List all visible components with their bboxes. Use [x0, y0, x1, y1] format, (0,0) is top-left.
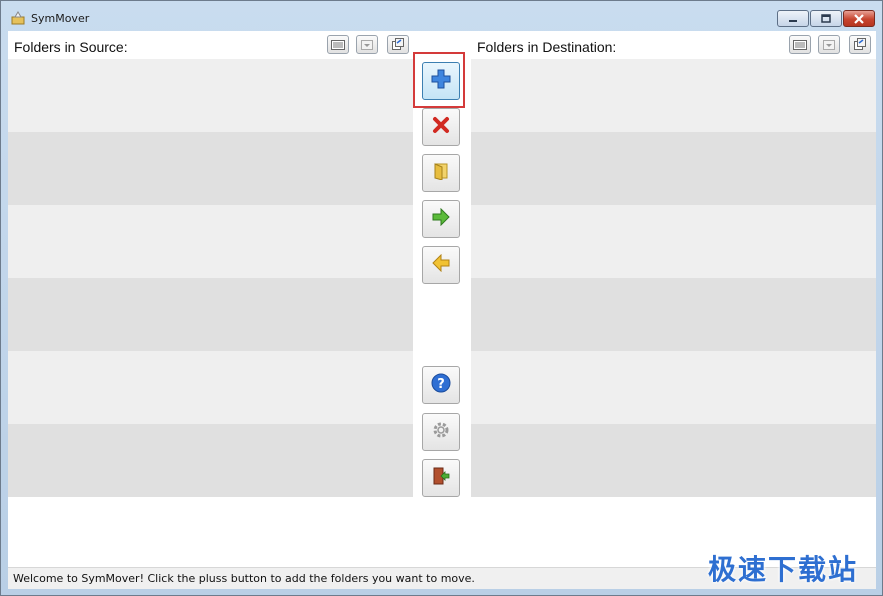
- list-item[interactable]: [471, 278, 876, 351]
- main-area: Folders in Source: ? Folders in Destinat…: [8, 31, 876, 589]
- arrow-left-icon: [431, 253, 451, 276]
- open-folder-button[interactable]: [422, 154, 460, 192]
- list-item[interactable]: [8, 59, 413, 132]
- list-item[interactable]: [8, 205, 413, 278]
- destination-folder-list[interactable]: [471, 59, 876, 497]
- destination-export-button[interactable]: [849, 35, 871, 54]
- move-right-button[interactable]: [422, 200, 460, 238]
- close-button[interactable]: [843, 10, 875, 27]
- destination-panel-title: Folders in Destination:: [477, 39, 617, 55]
- status-text: Welcome to SymMover! Click the pluss but…: [13, 572, 475, 585]
- list-view-icon: [331, 35, 345, 54]
- annotation-highlight-box: [413, 52, 465, 108]
- destination-panel-header: Folders in Destination:: [471, 31, 876, 59]
- source-panel-title: Folders in Source:: [14, 39, 128, 55]
- list-item[interactable]: [471, 424, 876, 497]
- title-bar: SymMover: [1, 1, 882, 31]
- list-item[interactable]: [471, 59, 876, 132]
- list-item[interactable]: [471, 205, 876, 278]
- list-view-icon: [793, 35, 807, 54]
- destination-dropdown-button[interactable]: [818, 35, 840, 54]
- arrow-right-icon: [431, 207, 451, 230]
- list-item[interactable]: [8, 132, 413, 205]
- minimize-button[interactable]: [777, 10, 809, 27]
- exit-button[interactable]: [422, 459, 460, 497]
- export-icon: [392, 35, 404, 54]
- maximize-icon: [811, 11, 841, 26]
- source-folder-list[interactable]: [8, 59, 413, 497]
- list-item[interactable]: [8, 424, 413, 497]
- window-title: SymMover: [31, 12, 90, 25]
- move-left-button[interactable]: [422, 246, 460, 284]
- source-export-button[interactable]: [387, 35, 409, 54]
- settings-button[interactable]: [422, 413, 460, 451]
- watermark: 极速下载站: [708, 553, 859, 586]
- remove-folder-button[interactable]: [422, 108, 460, 146]
- source-list-view-button[interactable]: [327, 35, 349, 54]
- symmover-app-icon: [11, 10, 25, 25]
- dropdown-icon: [823, 35, 835, 54]
- help-icon: ?: [431, 373, 451, 397]
- source-dropdown-button[interactable]: [356, 35, 378, 54]
- exit-door-icon: [432, 466, 450, 490]
- maximize-button[interactable]: [810, 10, 842, 27]
- folder-icon: [433, 162, 449, 184]
- settings-gear-icon: [431, 420, 451, 444]
- list-item[interactable]: [8, 351, 413, 424]
- help-button[interactable]: ?: [422, 366, 460, 404]
- minimize-icon: [778, 11, 808, 26]
- remove-x-icon: [432, 116, 450, 138]
- export-icon: [854, 35, 866, 54]
- destination-list-view-button[interactable]: [789, 35, 811, 54]
- svg-text:?: ?: [437, 377, 445, 392]
- source-panel-header: Folders in Source:: [8, 31, 413, 59]
- list-item[interactable]: [8, 278, 413, 351]
- list-item[interactable]: [471, 132, 876, 205]
- close-icon: [844, 11, 874, 26]
- dropdown-icon: [361, 35, 373, 54]
- list-item[interactable]: [471, 351, 876, 424]
